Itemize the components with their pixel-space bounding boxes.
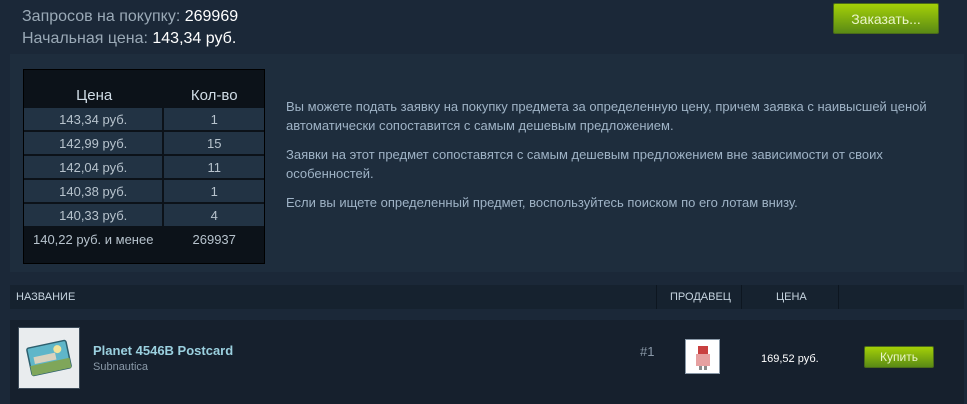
buy-orders-table: Цена Кол-во 143,34 руб. 1 142,99 руб. 15… <box>23 69 265 264</box>
order-price: 140,22 руб. и менее <box>32 231 154 247</box>
seller-column-header[interactable]: ПРОДАВЕЦ <box>670 285 731 309</box>
price-column-header: Цена <box>76 87 113 104</box>
order-quantity: 15 <box>164 132 264 154</box>
price-column-header[interactable]: ЦЕНА <box>776 285 807 309</box>
table-row: 140,38 руб. 1 <box>24 180 264 202</box>
order-quantity: 11 <box>164 156 264 178</box>
buy-orders-panel: Цена Кол-во 143,34 руб. 1 142,99 руб. 15… <box>10 54 964 272</box>
order-quantity: 4 <box>164 204 264 226</box>
buy-requests-line: Запросов на покупку: 269969 <box>22 6 238 28</box>
listing-rank: #1 <box>640 344 655 359</box>
name-column-header[interactable]: НАЗВАНИЕ <box>16 285 75 309</box>
table-row: 140,22 руб. и менее 269937 <box>24 228 264 250</box>
table-row: 142,99 руб. 15 <box>24 132 264 154</box>
table-row: 143,34 руб. 1 <box>24 108 264 130</box>
buy-requests-label: Запросов на покупку: <box>22 8 181 25</box>
column-divider <box>838 285 839 309</box>
start-price-line: Начальная цена: 143,34 руб. <box>22 28 238 50</box>
start-price-label: Начальная цена: <box>22 30 148 47</box>
game-name: Subnautica <box>93 361 149 373</box>
listing-price: 169,52 руб. <box>761 353 819 365</box>
seller-avatar-icon[interactable] <box>685 339 720 374</box>
order-price: 143,34 руб. <box>24 108 163 130</box>
quantity-column-header: Кол-во <box>190 87 238 104</box>
info-paragraph: Если вы ищете определенный предмет, восп… <box>286 195 798 210</box>
buy-order-info: Вы можете подать заявку на покупку предм… <box>286 97 960 222</box>
table-row: 140,33 руб. 4 <box>24 204 264 226</box>
orders-table-body: 143,34 руб. 1 142,99 руб. 15 142,04 руб.… <box>24 108 264 252</box>
start-price-value: 143,34 руб. <box>152 30 237 47</box>
place-order-button[interactable]: Заказать... <box>833 3 939 34</box>
info-paragraph: Заявки на этот предмет сопоставятся с са… <box>286 147 883 181</box>
order-quantity: 1 <box>164 108 264 130</box>
order-price: 142,04 руб. <box>24 156 163 178</box>
table-row: 142,04 руб. 11 <box>24 156 264 178</box>
buy-button[interactable]: Купить <box>864 346 934 368</box>
info-paragraph: Вы можете подать заявку на покупку предм… <box>286 99 927 133</box>
order-quantity: 269937 <box>192 231 236 247</box>
listings-table-header: НАЗВАНИЕ ПРОДАВЕЦ ЦЕНА <box>10 285 964 309</box>
buy-requests-count: 269969 <box>184 8 239 25</box>
order-quantity: 1 <box>164 180 264 202</box>
order-price: 140,38 руб. <box>24 180 163 202</box>
column-divider <box>656 285 657 309</box>
order-price: 140,33 руб. <box>24 204 163 226</box>
order-price: 142,99 руб. <box>24 132 163 154</box>
item-name-link[interactable]: Planet 4546B Postcard <box>93 343 233 358</box>
postcard-icon[interactable] <box>18 327 80 389</box>
column-divider <box>741 285 742 309</box>
table-row: Planet 4546B Postcard Subnautica #1 169,… <box>10 320 964 404</box>
order-summary: Запросов на покупку: 269969 Начальная це… <box>22 6 238 50</box>
orders-table-header: Цена Кол-во <box>24 70 264 106</box>
